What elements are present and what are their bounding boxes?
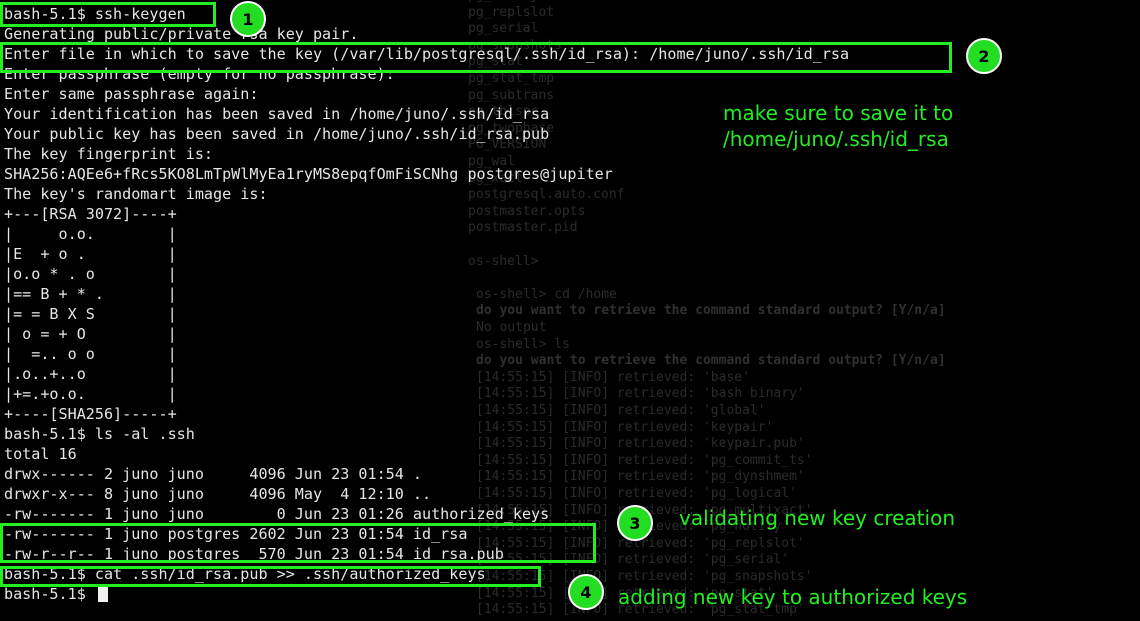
terminal-line: |E + o . | <box>4 245 177 263</box>
terminal-line: | o = + O | <box>4 325 177 343</box>
terminal-output[interactable]: bash-5.1$ ssh-keygen Generating public/pr… <box>4 4 849 604</box>
terminal-line: Enter same passphrase again: <box>4 85 259 103</box>
terminal-cursor <box>97 585 108 602</box>
terminal-line: The key fingerprint is: <box>4 145 214 163</box>
terminal-line: +---[RSA 3072]----+ <box>4 205 177 223</box>
annotation-note-3: validating new key creation <box>679 506 955 530</box>
terminal-line: +----[SHA256]-----+ <box>4 405 177 423</box>
annotation-badge-3: 3 <box>617 505 653 541</box>
terminal-line: | =.. o o | <box>4 345 177 363</box>
terminal-line: |+=.+o.o. | <box>4 385 177 403</box>
terminal-line: | o.o. | <box>4 225 177 243</box>
terminal-line: |o.o * . o | <box>4 265 177 283</box>
highlight-box-ssh-keygen <box>0 2 216 27</box>
highlight-box-save-path <box>0 42 952 73</box>
terminal-line: drwx------ 2 juno juno 4096 Jun 23 01:54… <box>4 465 423 483</box>
terminal-line: |= = B X S | <box>4 305 177 323</box>
terminal-line: drwxr-x--- 8 juno juno 4096 May 4 12:10 … <box>4 485 432 503</box>
annotation-badge-2: 2 <box>966 38 1002 74</box>
annotation-badge-4: 4 <box>568 574 604 610</box>
terminal-line: Generating public/private rsa key pair. <box>4 25 359 43</box>
terminal-line: total 16 <box>4 445 77 463</box>
terminal-line: bash-5.1$ ls -al .ssh <box>4 425 195 443</box>
annotation-note-4: adding new key to authorized keys <box>618 585 968 609</box>
annotation-note-2: make sure to save it to /home/juno/.ssh/… <box>723 101 954 151</box>
highlight-box-key-files <box>0 523 596 563</box>
terminal-line: |.o..+..o | <box>4 365 177 383</box>
terminal-line: SHA256:AQEe6+fRcs5KO8LmTpWlMyEa1ryMS8epq… <box>4 165 613 183</box>
highlight-box-cat-command <box>0 566 541 587</box>
terminal-line: Your public key has been saved in /home/… <box>4 125 550 143</box>
annotation-badge-1: 1 <box>230 1 266 37</box>
terminal-line: Your identification has been saved in /h… <box>4 105 550 123</box>
terminal-line: The key's randomart image is: <box>4 185 268 203</box>
terminal-line: |== B + * . | <box>4 285 177 303</box>
terminal-line: -rw------- 1 juno juno 0 Jun 23 01:26 au… <box>4 505 550 523</box>
